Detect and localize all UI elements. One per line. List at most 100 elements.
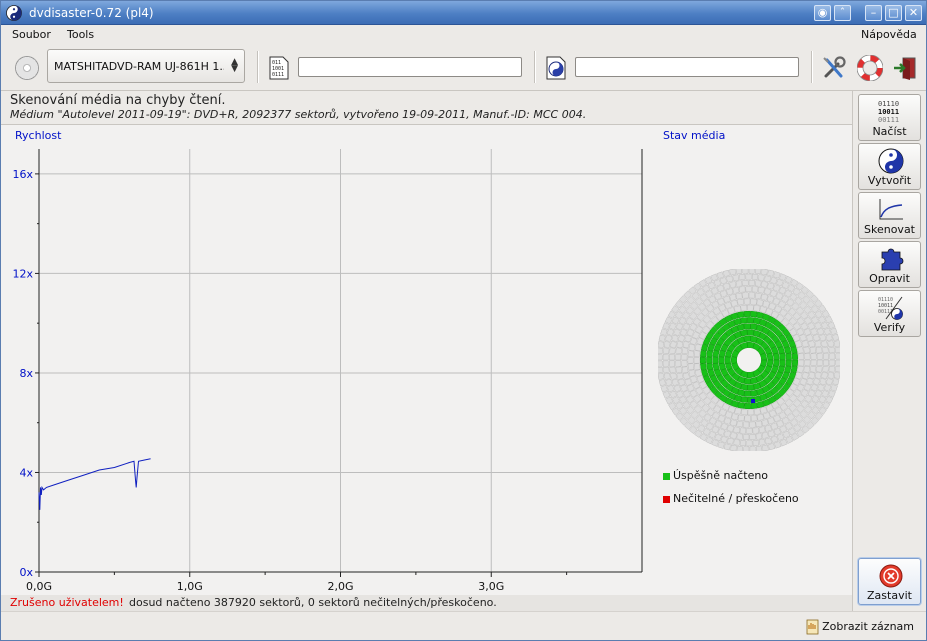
sector-unread: [801, 371, 810, 380]
sector-read: [740, 396, 748, 403]
sector-read: [700, 350, 707, 358]
sector-unread: [735, 269, 743, 275]
image-file-input[interactable]: [298, 57, 522, 77]
sector-unread: [825, 333, 833, 342]
y-tick-label: 0x: [19, 566, 33, 579]
preferences-tools-icon[interactable]: [821, 55, 847, 81]
sector-unread: [733, 426, 741, 434]
sector-unread: [734, 407, 742, 415]
sector-unread: [664, 334, 673, 342]
info-panel: Skenování média na chyby čtení. Médium "…: [1, 91, 852, 125]
sector-unread: [688, 343, 696, 352]
stop-button[interactable]: Zastavit: [858, 558, 921, 605]
scan-button[interactable]: Skenovat: [858, 192, 921, 239]
sector-unread: [675, 366, 683, 374]
ecc-file-icon[interactable]: [545, 56, 567, 80]
separator: [534, 51, 536, 83]
create-button-label: Vytvořit: [867, 174, 912, 187]
sector-unread: [755, 445, 763, 451]
sector-unread: [677, 334, 686, 343]
svg-text:10011: 10011: [878, 108, 899, 116]
sector-unread: [833, 340, 840, 348]
sector-unread: [738, 286, 746, 293]
sector-unread: [809, 346, 817, 354]
scan-button-label: Skenovat: [864, 223, 915, 236]
sector-unread: [742, 421, 750, 428]
menu-tools[interactable]: Tools: [67, 28, 94, 41]
sector-unread: [739, 427, 747, 434]
sector-unread: [742, 279, 749, 287]
read-button[interactable]: 01110 10011 00111 Načíst: [858, 94, 921, 141]
sector-unread: [663, 340, 671, 348]
verify-button-label: Verify: [873, 321, 906, 334]
sector-unread: [796, 365, 804, 374]
sector-read: [712, 356, 719, 364]
sector-read: [746, 329, 755, 336]
sector-unread: [757, 274, 765, 282]
show-log-button[interactable]: Zobrazit záznam: [806, 617, 914, 637]
ecc-file-input[interactable]: [575, 57, 799, 77]
sector-read: [750, 389, 758, 397]
sector-unread: [767, 430, 776, 438]
sector-unread: [666, 328, 675, 336]
drive-select[interactable]: MATSHITADVD-RAM UJ-861H 1.5 ▲ ▼: [47, 49, 245, 83]
close-button[interactable]: ✕: [905, 5, 922, 21]
sector-unread: [738, 273, 746, 281]
legend-ok-swatch: [663, 473, 670, 480]
sector-unread: [808, 340, 816, 348]
sector-unread: [767, 269, 775, 277]
sector-read: [736, 311, 745, 319]
sector-unread: [729, 269, 737, 276]
menu-help[interactable]: Nápověda: [861, 28, 917, 41]
sector-unread: [729, 281, 737, 289]
separator: [257, 51, 259, 83]
sector-unread: [746, 427, 753, 434]
sector-unread: [670, 340, 678, 349]
sector-read: [779, 359, 786, 367]
media-status-spiral: [658, 269, 840, 451]
sector-read: [747, 384, 755, 391]
titlebar[interactable]: dvdisaster-0.72 (pl4) ◉ ˆ – □ ✕: [1, 1, 926, 25]
sector-read: [785, 352, 792, 360]
x-tick-label: 3,0G: [478, 580, 504, 593]
fix-button-label: Opravit: [869, 272, 910, 285]
sector-unread: [745, 273, 752, 280]
sector-unread: [804, 359, 811, 367]
yin-yang-create-icon: [878, 148, 904, 174]
y-tick-label: 16x: [12, 168, 33, 181]
status-line: Zrušeno uživatelem! dosud načteno 387920…: [1, 595, 852, 611]
sector-unread: [666, 384, 675, 393]
fix-button[interactable]: Opravit: [858, 241, 921, 288]
scan-graph-icon: [879, 199, 903, 220]
sector-unread: [773, 441, 782, 449]
sector-read: [718, 356, 725, 364]
sector-unread: [720, 435, 728, 444]
sector-unread: [746, 440, 753, 447]
maximize-button[interactable]: □: [885, 5, 902, 21]
sector-read: [772, 359, 780, 367]
minimize-button[interactable]: –: [865, 5, 882, 21]
shade-button[interactable]: ˆ: [834, 5, 851, 21]
help-lifebuoy-icon[interactable]: [857, 55, 883, 81]
sector-unread: [751, 273, 759, 281]
sector-unread: [658, 334, 666, 342]
read-button-label: Načíst: [872, 125, 907, 138]
sector-read: [740, 329, 748, 337]
menu-file[interactable]: Soubor: [12, 28, 51, 41]
sector-unread: [804, 352, 811, 360]
create-button[interactable]: Vytvořit: [858, 143, 921, 190]
quit-exit-icon[interactable]: [892, 55, 918, 81]
window-menu-button[interactable]: ◉: [814, 5, 831, 21]
sector-unread: [829, 359, 836, 366]
sector-unread: [682, 372, 690, 380]
sector-unread: [725, 275, 734, 283]
verify-button[interactable]: 01110 10011 00111 Verify: [858, 290, 921, 337]
sector-unread: [729, 431, 738, 439]
sector-unread: [732, 274, 740, 282]
sector-unread: [814, 340, 822, 348]
sector-unread: [835, 353, 840, 360]
sector-unread: [822, 346, 829, 354]
sector-unread: [819, 377, 827, 386]
sector-unread: [755, 420, 763, 428]
image-file-icon[interactable]: 011 1001 0111: [268, 56, 290, 80]
